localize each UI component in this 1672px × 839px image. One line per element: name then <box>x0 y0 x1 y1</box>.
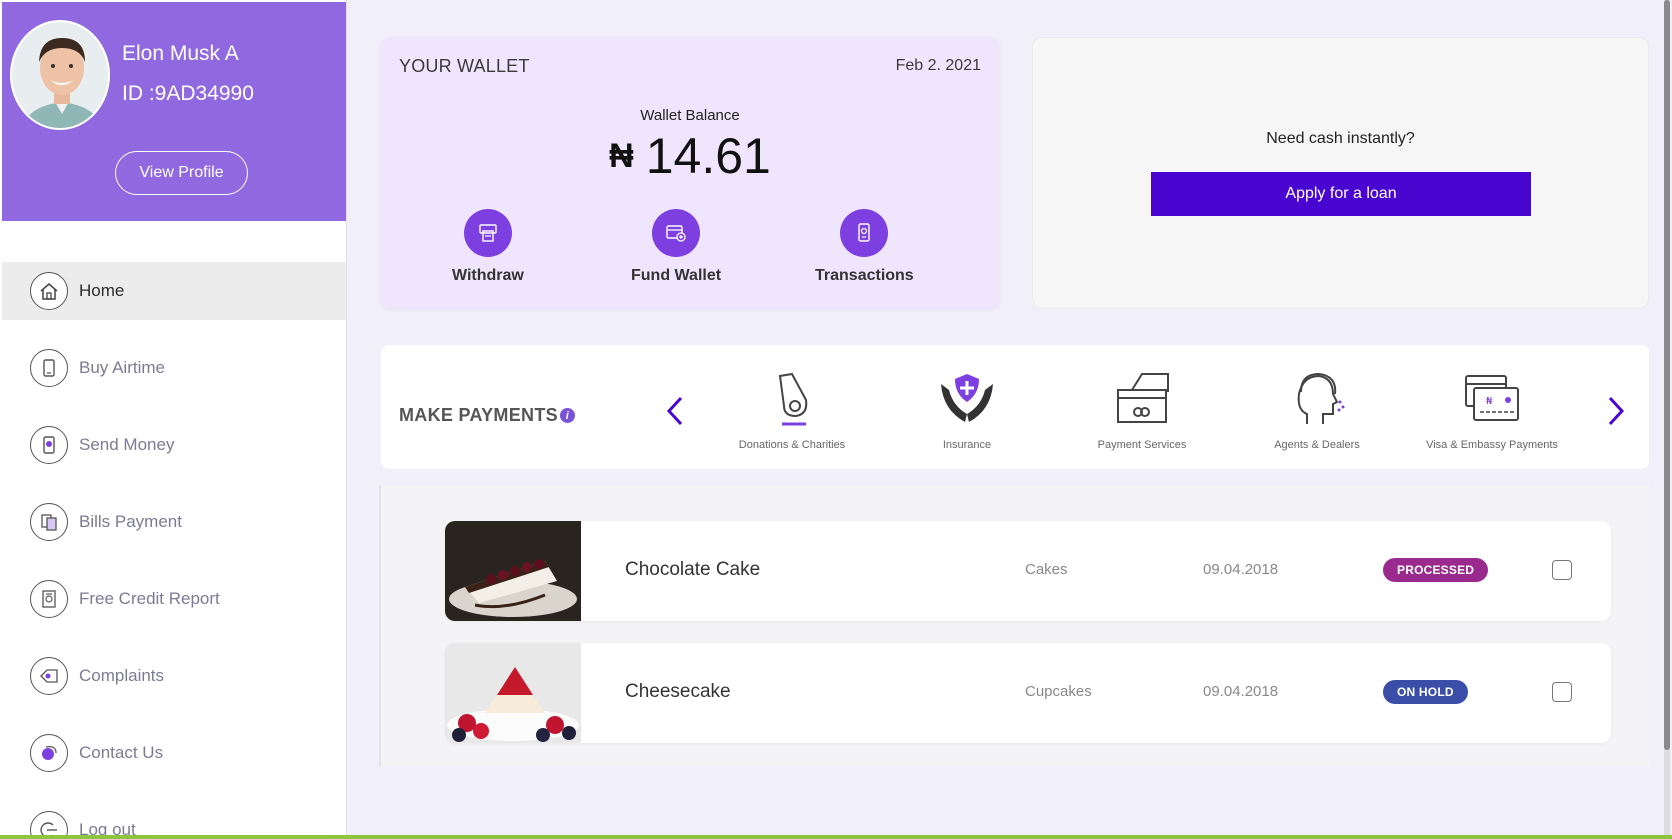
sidebar: Elon Musk A ID :9AD34990 View Profile Ho… <box>0 0 347 839</box>
make-payments-label: MAKE PAYMENTS <box>399 405 558 425</box>
transactions-button[interactable]: Transactions <box>815 209 914 285</box>
user-name: Elon Musk A <box>122 42 239 65</box>
product-name: Chocolate Cake <box>625 559 761 580</box>
status-badge: PROCESSED <box>1383 558 1489 582</box>
sidebar-item-label: Free Credit Report <box>79 589 220 608</box>
withdraw-label: Withdraw <box>452 267 524 284</box>
page-scrollbar-thumb[interactable] <box>1664 0 1670 750</box>
apply-loan-button[interactable]: Apply for a loan <box>1151 172 1531 216</box>
product-category: Cupcakes <box>1025 683 1092 700</box>
wallet-title: YOUR WALLET <box>399 56 530 76</box>
sidebar-nav: Home Buy Airtime Send Money Bills Paymen… <box>2 262 346 839</box>
view-profile-button[interactable]: View Profile <box>115 151 248 195</box>
table-row[interactable]: Chocolate Cake Cakes 09.04.2018 PROCESSE… <box>445 521 1611 621</box>
sidebar-item-free-credit-report[interactable]: Free Credit Report <box>2 570 346 628</box>
payment-item-label: Donations & Charities <box>738 439 846 451</box>
product-date: 09.04.2018 <box>1203 561 1279 578</box>
payment-item-label: Payment Services <box>1097 439 1187 451</box>
visa-icon: ₦ <box>1462 370 1522 433</box>
donation-icon <box>762 370 822 433</box>
wallet-balance: ₦ 14.61 <box>381 127 999 185</box>
withdraw-icon <box>463 209 512 257</box>
insurance-icon <box>937 370 997 433</box>
payment-item-label: Visa & Embassy Payments <box>1426 439 1558 451</box>
chevron-left-icon[interactable] <box>660 391 690 431</box>
svg-text:₦: ₦ <box>1486 396 1493 407</box>
payment-item-label: Agents & Dealers <box>1274 439 1360 451</box>
contact-icon <box>30 734 68 772</box>
info-icon[interactable]: i <box>559 408 575 423</box>
sidebar-item-label: Buy Airtime <box>79 358 165 377</box>
sidebar-item-home[interactable]: Home <box>2 262 346 320</box>
withdraw-button[interactable]: Withdraw <box>452 209 524 285</box>
sidebar-item-send-money[interactable]: Send Money <box>2 416 346 474</box>
bottom-accent-line <box>0 835 1672 839</box>
payment-item-label: Insurance <box>942 439 992 451</box>
fund-wallet-label: Fund Wallet <box>631 267 722 284</box>
chevron-right-icon[interactable] <box>1601 391 1631 431</box>
sidebar-item-label: Complaints <box>79 666 165 685</box>
home-icon <box>30 272 68 310</box>
bills-icon <box>30 503 68 541</box>
payment-visa-embassy[interactable]: ₦ Visa & Embassy Payments <box>1407 370 1577 451</box>
table-row[interactable]: Cheesecake Cupcakes 09.04.2018 ON HOLD <box>445 643 1611 743</box>
sidebar-item-label: Home <box>79 281 125 300</box>
phone-icon <box>30 349 68 387</box>
sidebar-item-buy-airtime[interactable]: Buy Airtime <box>2 339 346 397</box>
sidebar-item-label: Contact Us <box>79 743 164 762</box>
loan-prompt: Need cash instantly? <box>1266 130 1415 147</box>
credit-report-icon <box>30 580 68 618</box>
product-list: Chocolate Cake Cakes 09.04.2018 PROCESSE… <box>379 485 1649 767</box>
send-money-icon <box>30 426 68 464</box>
user-id: ID :9AD34990 <box>122 82 254 105</box>
wallet-date: Feb 2. 2021 <box>895 57 981 74</box>
status-badge: ON HOLD <box>1383 680 1468 704</box>
agent-icon <box>1287 370 1347 433</box>
payment-services[interactable]: Payment Services <box>1057 370 1227 451</box>
product-category: Cakes <box>1025 561 1068 578</box>
sidebar-item-label: Send Money <box>79 435 175 454</box>
payment-insurance[interactable]: Insurance <box>882 370 1052 451</box>
payment-services-icon <box>1112 370 1172 433</box>
make-payments-title: MAKE PAYMENTS i <box>399 405 575 426</box>
transactions-label: Transactions <box>815 267 914 284</box>
make-payments-panel: MAKE PAYMENTS i Donations & Charities In… <box>381 345 1649 469</box>
sidebar-item-label: Bills Payment <box>79 512 182 531</box>
currency-symbol: ₦ <box>609 137 634 175</box>
sidebar-item-bills-payment[interactable]: Bills Payment <box>2 493 346 551</box>
payment-agents-dealers[interactable]: Agents & Dealers <box>1232 370 1402 451</box>
product-name: Cheesecake <box>625 681 731 702</box>
product-image-chocolate-cake <box>445 521 581 621</box>
sidebar-item-log-out[interactable]: Log out <box>2 801 346 839</box>
loan-card: Need cash instantly? Apply for a loan <box>1032 37 1649 309</box>
product-image-cheesecake <box>445 643 581 743</box>
payment-donations[interactable]: Donations & Charities <box>707 370 877 451</box>
sidebar-item-complaints[interactable]: Complaints <box>2 647 346 705</box>
profile-card: Elon Musk A ID :9AD34990 View Profile <box>2 2 346 221</box>
wallet-card: YOUR WALLET Feb 2. 2021 Wallet Balance ₦… <box>381 37 999 309</box>
fund-wallet-button[interactable]: Fund Wallet <box>631 209 721 285</box>
sidebar-item-contact-us[interactable]: Contact Us <box>2 724 346 782</box>
transactions-icon <box>840 209 889 257</box>
wallet-balance-label: Wallet Balance <box>640 107 740 124</box>
row-checkbox[interactable] <box>1552 560 1572 580</box>
complaints-icon <box>30 657 68 695</box>
product-date: 09.04.2018 <box>1203 683 1279 700</box>
avatar[interactable] <box>10 20 110 130</box>
wallet-balance-value: 14.61 <box>645 128 771 184</box>
row-checkbox[interactable] <box>1552 682 1572 702</box>
fund-wallet-icon <box>652 209 701 257</box>
